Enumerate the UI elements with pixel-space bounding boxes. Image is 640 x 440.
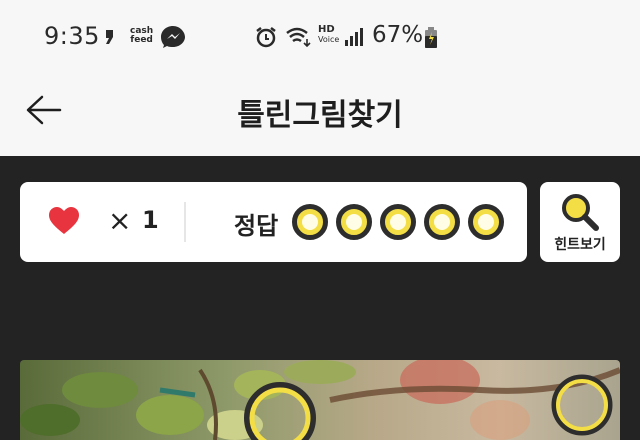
game-picture [20,360,620,440]
battery-percent: 67% [372,22,424,48]
times-symbol: × [108,204,132,237]
score-card: × 1 정답 [20,182,527,262]
divider [184,202,186,242]
notification-icon [104,28,116,50]
alarm-icon [255,26,277,52]
lives-count: 1 [142,206,159,234]
wifi-icon [285,27,313,51]
cashfeed-icon: cash feed [130,27,153,45]
answer-slot [292,204,328,240]
difference-marker[interactable] [550,373,614,440]
messenger-icon [160,25,186,53]
answer-slot [380,204,416,240]
magnifier-icon [560,192,600,236]
voice-label: Voice [318,35,340,44]
difference-marker[interactable] [242,380,318,440]
page-title: 틀린그림찾기 [237,98,403,133]
game-image[interactable] [20,360,620,440]
hd-label: HD [318,24,335,35]
cashfeed-line2: feed [130,35,153,45]
answer-label: 정답 [234,212,279,240]
answer-slots [292,204,504,240]
status-bar: 9:35 cash feed HD Voice 67% [0,0,640,76]
heart-icon [48,206,80,240]
battery-icon [424,27,438,53]
status-time: 9:35 [44,22,100,50]
hd-voice-icon: HD Voice [318,25,339,45]
hint-label: 힌트보기 [554,237,606,253]
signal-icon [344,28,364,50]
answer-slot [336,204,372,240]
answer-slot [468,204,504,240]
app-header: 틀린그림찾기 [0,76,640,156]
hint-button[interactable]: 힌트보기 [540,182,620,262]
answer-slot [424,204,460,240]
